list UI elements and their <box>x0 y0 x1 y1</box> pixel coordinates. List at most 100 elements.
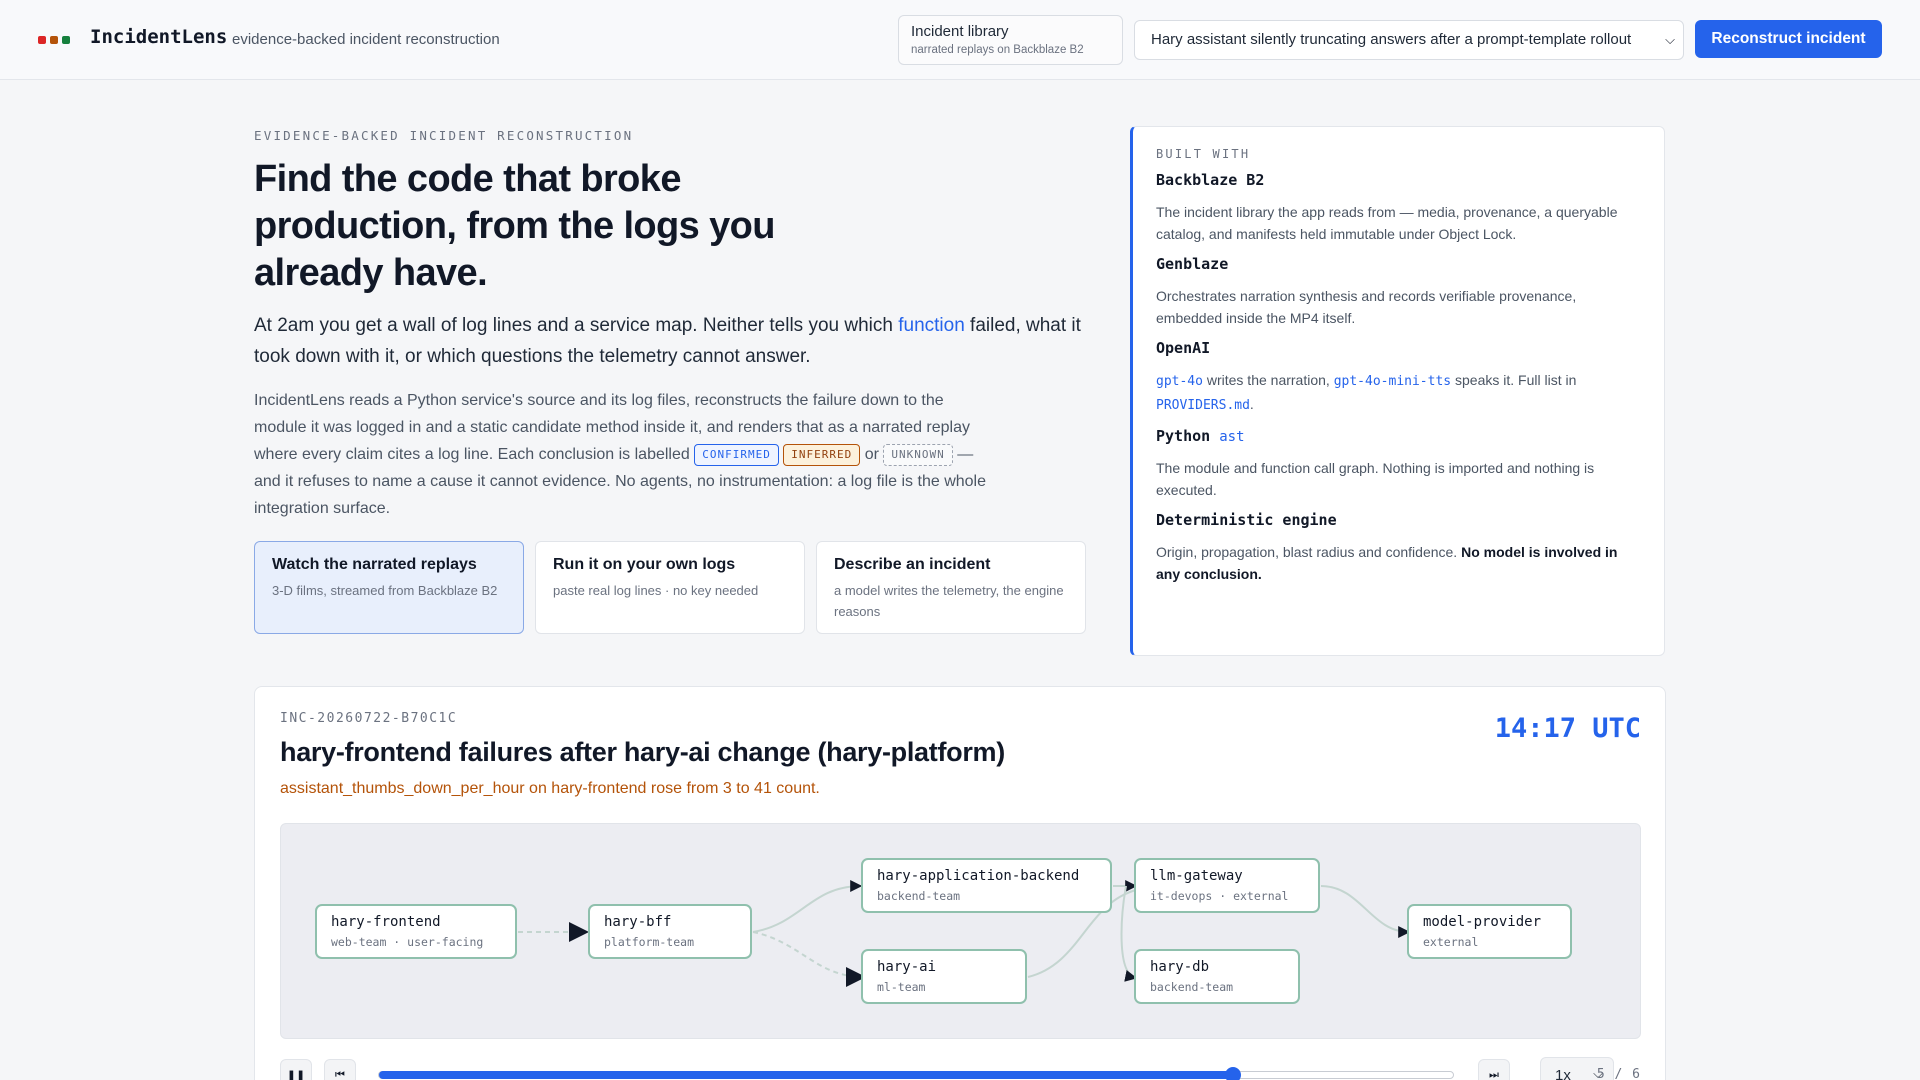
card-subtitle: a model writes the telemetry, the engine… <box>834 583 1064 619</box>
replay-controls: ❚❚ ⏮ ⏭ 1x ⌵ 5 / 6 <box>280 1057 1641 1080</box>
providers-md-link[interactable]: PROVIDERS.md <box>1156 398 1250 413</box>
incident-title: hary-frontend failures after hary-ai cha… <box>280 737 1005 767</box>
node-hary-bff[interactable]: hary-bff platform-team <box>588 904 752 959</box>
run-own-logs-card[interactable]: Run it on your own logs paste real log l… <box>535 541 805 634</box>
node-meta: external <box>1423 935 1479 949</box>
card-title: Describe an incident <box>834 556 991 573</box>
logo-dot-green <box>62 36 70 44</box>
node-name: llm-gateway <box>1150 868 1243 884</box>
incident-select[interactable]: Hary assistant silently truncating answe… <box>1134 20 1684 60</box>
incident-id: INC-20260722-B70C1C <box>280 711 458 726</box>
built-with-name-text: Python <box>1156 427 1211 445</box>
built-with-desc: Orchestrates narration synthesis and rec… <box>1156 288 1577 326</box>
replay-step-counter: 5 / 6 <box>1596 1067 1641 1080</box>
node-hary-db[interactable]: hary-db backend-team <box>1134 949 1300 1004</box>
unknown-badge: UNKNOWN <box>883 444 953 466</box>
incident-library-title: Incident library <box>911 23 1009 40</box>
hero-lead: At 2am you get a wall of log lines and a… <box>254 310 1084 372</box>
edge-bff-ai <box>752 931 866 987</box>
node-meta: backend-team <box>1150 980 1234 994</box>
restart-button[interactable]: ⏮ <box>324 1059 356 1080</box>
node-meta: backend-team <box>877 889 961 903</box>
node-name: model-provider <box>1423 914 1542 930</box>
built-with-text: speaks it. Full list in <box>1451 372 1577 388</box>
card-subtitle: paste real log lines · no key needed <box>553 583 759 598</box>
incident-card: INC-20260722-B70C1C hary-frontend failur… <box>254 686 1666 1080</box>
built-with-desc: The module and function call graph. Noth… <box>1156 460 1595 498</box>
edge-bff-backend <box>752 880 863 933</box>
node-meta: web-team · user-facing <box>331 935 484 949</box>
node-meta: ml-team <box>877 980 926 994</box>
hero-description: IncidentLens reads a Python service's so… <box>254 387 994 522</box>
built-with-text: Origin, propagation, blast radius and co… <box>1156 544 1462 560</box>
node-name: hary-application-backend <box>877 868 1080 884</box>
incident-select-value: Hary assistant silently truncating answe… <box>1151 31 1632 48</box>
built-with-name: Python ast <box>1156 427 1642 445</box>
node-meta: it-devops · external <box>1150 889 1289 903</box>
built-with-item: Backblaze B2 The incident library the ap… <box>1156 171 1642 245</box>
built-with-text: . <box>1249 396 1254 412</box>
hero-eyebrow: EVIDENCE-BACKED INCIDENT RECONSTRUCTION <box>254 128 634 143</box>
node-hary-ai[interactable]: hary-ai ml-team <box>861 949 1027 1004</box>
built-with-name: Genblaze <box>1156 255 1229 273</box>
built-with-desc: Origin, propagation, blast radius and co… <box>1156 541 1642 585</box>
built-with-name: OpenAI <box>1156 339 1211 357</box>
model-gpt-4o-mini-tts-link[interactable]: gpt-4o-mini-tts <box>1334 374 1451 389</box>
brand-tagline: evidence-backed incident reconstruction <box>232 31 500 48</box>
function-link[interactable]: function <box>898 315 965 336</box>
card-title: Run it on your own logs <box>553 556 736 573</box>
brand-name[interactable]: IncidentLens <box>90 26 227 48</box>
incident-subtitle: assistant_thumbs_down_per_hour on hary-f… <box>280 780 820 797</box>
ast-code: ast <box>1219 429 1245 445</box>
replay-scrubber-thumb[interactable] <box>1224 1067 1241 1080</box>
top-bar: IncidentLens evidence-backed incident re… <box>0 0 1920 80</box>
card-subtitle: 3-D films, streamed from Backblaze B2 <box>272 583 498 598</box>
incident-clock: 14:17 UTC <box>1494 713 1641 744</box>
hero-cards: Watch the narrated replays 3-D films, st… <box>254 541 1086 634</box>
node-name: hary-bff <box>604 914 672 930</box>
incident-library-button[interactable]: Incident library narrated replays on Bac… <box>898 15 1123 65</box>
watch-replays-card[interactable]: Watch the narrated replays 3-D films, st… <box>254 541 524 634</box>
built-with-name: Backblaze B2 <box>1156 171 1265 189</box>
node-name: hary-db <box>1150 959 1210 975</box>
replay-scrubber[interactable] <box>378 1067 1454 1080</box>
skip-forward-icon: ⏭ <box>1489 1068 1499 1080</box>
chevron-down-icon: ⌵ <box>1662 21 1675 59</box>
skip-back-icon: ⏮ <box>335 1068 345 1080</box>
node-hary-application-backend[interactable]: hary-application-backend backend-team <box>861 858 1112 913</box>
pause-icon: ❚❚ <box>286 1069 306 1080</box>
built-with-name: Deterministic engine <box>1156 511 1337 529</box>
node-llm-gateway[interactable]: llm-gateway it-devops · external <box>1134 858 1320 913</box>
incident-library-subtitle: narrated replays on Backblaze B2 <box>911 44 1084 56</box>
service-graph: hary-frontend web-team · user-facing har… <box>280 823 1641 1039</box>
model-gpt-4o-link[interactable]: gpt-4o <box>1156 374 1203 389</box>
edge-gateway-provider <box>1320 885 1411 938</box>
playback-speed-value: 1x <box>1555 1067 1571 1080</box>
built-with-text: writes the narration, <box>1202 372 1334 388</box>
built-with-panel: BUILT WITH Backblaze B2 The incident lib… <box>1130 126 1665 656</box>
reconstruct-incident-button[interactable]: Reconstruct incident <box>1695 20 1882 58</box>
node-meta: platform-team <box>604 935 695 949</box>
confirmed-badge: CONFIRMED <box>694 444 779 466</box>
built-with-desc: gpt-4o writes the narration, gpt-4o-mini… <box>1156 369 1642 417</box>
node-name: hary-ai <box>877 959 937 975</box>
built-with-desc: The incident library the app reads from … <box>1156 204 1618 242</box>
pause-button[interactable]: ❚❚ <box>280 1059 312 1080</box>
logo-dot-amber <box>50 36 58 44</box>
logo-icon <box>38 36 70 44</box>
hero-lead-text: At 2am you get a wall of log lines and a… <box>254 315 899 336</box>
describe-incident-card[interactable]: Describe an incident a model writes the … <box>816 541 1086 634</box>
hero-title: Find the code that broke production, fro… <box>254 158 776 294</box>
node-hary-frontend[interactable]: hary-frontend web-team · user-facing <box>315 904 517 959</box>
inferred-badge: INFERRED <box>783 444 861 466</box>
node-model-provider[interactable]: model-provider external <box>1407 904 1572 959</box>
built-with-heading: BUILT WITH <box>1156 147 1251 161</box>
skip-end-button[interactable]: ⏭ <box>1478 1059 1510 1080</box>
built-with-item: Deterministic engine Origin, propagation… <box>1156 511 1642 585</box>
logo-dot-red <box>38 36 46 44</box>
hero-description-or: or <box>860 446 884 463</box>
built-with-item: Genblaze Orchestrates narration synthesi… <box>1156 255 1642 329</box>
node-name: hary-frontend <box>331 914 441 930</box>
built-with-item: Python ast The module and function call … <box>1156 427 1642 501</box>
card-title: Watch the narrated replays <box>272 556 477 573</box>
